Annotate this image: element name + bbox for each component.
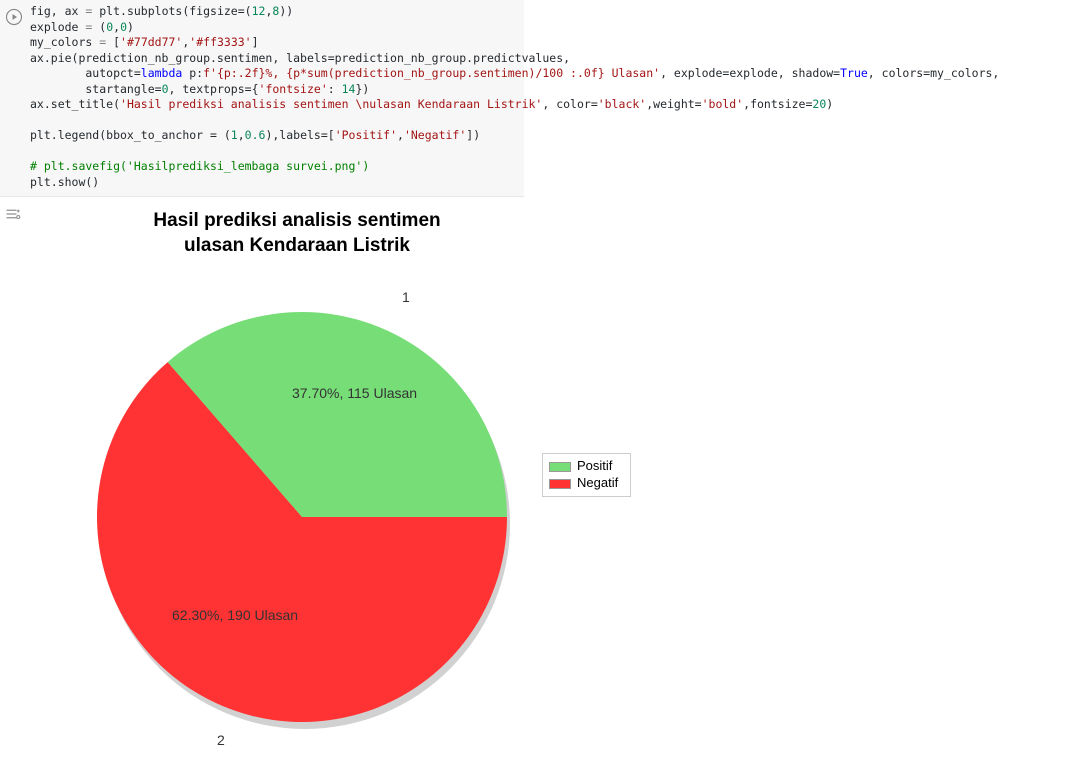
chart-legend: Positif Negatif: [542, 453, 631, 497]
pie-chart: Hasil prediksi analisis sentimen ulasan …: [32, 197, 732, 767]
slice-autopct-negatif: 62.30%, 190 Ulasan: [172, 607, 298, 623]
legend-label-positif: Positif: [577, 458, 612, 475]
code-editor[interactable]: fig, ax = plt.subplots(figsize=(12,8)) e…: [30, 4, 999, 190]
pie-svg: [62, 277, 542, 757]
legend-item-positif: Positif: [549, 458, 618, 475]
legend-label-negatif: Negatif: [577, 475, 618, 492]
slice-autopct-positif: 37.70%, 115 Ulasan: [292, 385, 417, 401]
output-settings-icon[interactable]: [4, 210, 22, 227]
run-cell-button[interactable]: [4, 7, 24, 27]
chart-title: Hasil prediksi analisis sentimen ulasan …: [82, 209, 512, 258]
wedge-label-2: 2: [217, 732, 225, 748]
output-area: Hasil prediksi analisis sentimen ulasan …: [0, 197, 1089, 767]
code-cell: fig, ax = plt.subplots(figsize=(12,8)) e…: [0, 0, 524, 197]
legend-swatch-positif: [549, 462, 571, 472]
legend-item-negatif: Negatif: [549, 475, 618, 492]
wedge-label-1: 1: [402, 289, 410, 305]
legend-swatch-negatif: [549, 479, 571, 489]
output-toolbar: [4, 197, 32, 228]
